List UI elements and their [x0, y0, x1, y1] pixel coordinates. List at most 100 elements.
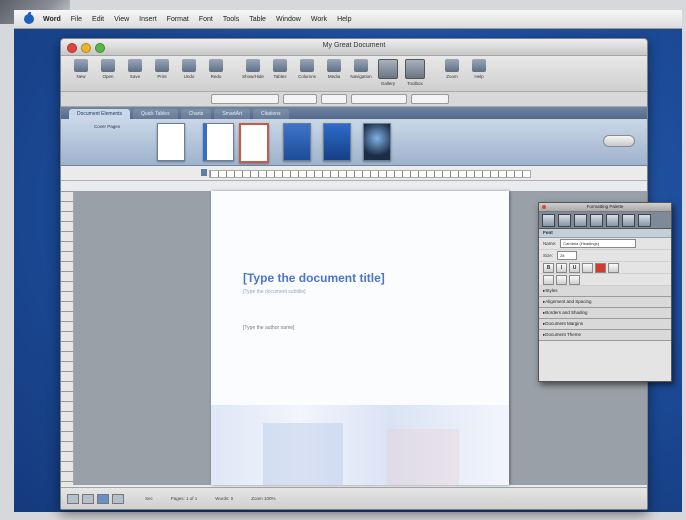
toolbar-toolbox-button[interactable]: Toolbox: [403, 59, 427, 86]
document-subtitle-placeholder[interactable]: [Type the document subtitle]: [243, 289, 306, 295]
citations-icon[interactable]: [638, 213, 651, 227]
list-dropdown[interactable]: [411, 94, 449, 104]
tab-quick-tables[interactable]: Quick Tables: [133, 109, 178, 119]
project-palette-icon[interactable]: [622, 213, 635, 227]
palette-section-borders[interactable]: Borders and Shading: [539, 308, 671, 319]
menu-file[interactable]: File: [71, 16, 82, 23]
menu-font[interactable]: Font: [199, 16, 213, 23]
palette-section-styles[interactable]: Styles: [539, 286, 671, 297]
palette-section-margins[interactable]: Document Margins: [539, 319, 671, 330]
gallery-options-button[interactable]: [603, 135, 635, 147]
formatting-icon[interactable]: [558, 213, 571, 227]
font-size-field[interactable]: 28: [557, 251, 578, 260]
menu-edit[interactable]: Edit: [92, 16, 104, 23]
font-name-label: Name:: [543, 241, 557, 246]
tab-smartart[interactable]: SmartArt: [214, 109, 251, 119]
scrapbook-icon[interactable]: [590, 213, 603, 227]
change-case-button[interactable]: [569, 274, 580, 285]
toolbar-new-button[interactable]: New: [69, 59, 93, 79]
toolbar-tables-button[interactable]: Tables: [268, 59, 292, 79]
screenshot-frame: Word File Edit View Insert Format Font T…: [0, 0, 686, 520]
toolbar-zoom-button[interactable]: Zoom: [440, 59, 464, 79]
notebook-view-button[interactable]: [112, 493, 124, 504]
print-layout-view-button[interactable]: [97, 493, 109, 504]
status-pages: Pages: 1 of 1: [170, 496, 198, 501]
toolbar-showhide-button[interactable]: Show/Hide: [241, 59, 265, 79]
draft-view-button[interactable]: [67, 493, 79, 504]
toolbar-save-button[interactable]: Save: [123, 59, 147, 79]
compatibility-icon[interactable]: [606, 213, 619, 227]
toolbar-redo-button[interactable]: Redo: [204, 59, 228, 79]
document-page[interactable]: [Type the document title] [Type the docu…: [211, 191, 509, 485]
cover-thumb[interactable]: [239, 123, 269, 163]
printer-icon: [155, 59, 169, 72]
toolbar-gallery-button[interactable]: Gallery: [376, 59, 400, 86]
toolbar-columns-button[interactable]: Columns: [295, 59, 319, 79]
horizontal-ruler[interactable]: [61, 166, 647, 181]
ruler-track[interactable]: [209, 170, 531, 178]
toolbar-label: New: [76, 74, 86, 79]
menu-format[interactable]: Format: [167, 16, 189, 23]
menu-insert[interactable]: Insert: [139, 16, 157, 23]
toolbar-open-button[interactable]: Open: [96, 59, 120, 79]
document-author-placeholder[interactable]: [Type the author name]: [243, 325, 294, 331]
cover-art-shape: [263, 423, 343, 485]
cover-thumb[interactable]: [323, 123, 351, 161]
tab-charts[interactable]: Charts: [180, 109, 212, 119]
font-color-button[interactable]: [595, 262, 606, 273]
palette-section-font[interactable]: Font: [539, 229, 671, 238]
palette-section-alignment[interactable]: Alignment and Spacing: [539, 297, 671, 308]
font-dropdown[interactable]: [283, 94, 317, 104]
gallery-label: Cover Pages: [93, 124, 120, 129]
size-dropdown[interactable]: [321, 94, 347, 104]
highlight-button[interactable]: [608, 262, 619, 273]
reference-tools-icon[interactable]: [574, 213, 587, 227]
toolbar-navigation-button[interactable]: Navigation: [349, 59, 373, 79]
toolbar-undo-button[interactable]: Undo: [177, 59, 201, 79]
menu-table[interactable]: Table: [249, 16, 266, 23]
status-words: Words: 0: [215, 496, 234, 501]
toolbar-media-button[interactable]: Media: [322, 59, 346, 79]
bold-button[interactable]: B: [543, 262, 554, 273]
font-size-row: Size: 28: [539, 250, 671, 262]
tab-stop-icon[interactable]: [201, 169, 207, 176]
cover-thumb[interactable]: [157, 123, 185, 161]
palette-section-theme[interactable]: Document Theme: [539, 330, 671, 341]
apple-menu-icon[interactable]: [24, 12, 34, 24]
pilcrow-icon: [246, 59, 260, 72]
italic-button[interactable]: I: [556, 262, 567, 273]
toolbar-help-button[interactable]: Help: [467, 59, 491, 79]
underline-button[interactable]: U: [569, 262, 580, 273]
toolbar-print-button[interactable]: Print: [150, 59, 174, 79]
menu-word[interactable]: Word: [43, 16, 61, 23]
cover-thumb[interactable]: [363, 123, 391, 161]
object-palette-icon[interactable]: [542, 213, 555, 227]
menu-help[interactable]: Help: [337, 16, 351, 23]
redo-icon: [209, 59, 223, 72]
outline-view-button[interactable]: [82, 493, 94, 504]
cover-thumb[interactable]: [283, 123, 311, 161]
toolbox-icon: [405, 59, 425, 79]
menu-window[interactable]: Window: [276, 16, 301, 23]
menu-work[interactable]: Work: [311, 16, 327, 23]
window-titlebar[interactable]: My Great Document: [61, 39, 647, 56]
palette-close-icon[interactable]: [542, 205, 546, 209]
toolbar-label: Help: [474, 74, 484, 79]
gallery-icon: [378, 59, 398, 79]
palette-titlebar[interactable]: Formatting Palette: [539, 203, 671, 212]
strikethrough-button[interactable]: [582, 262, 593, 273]
menu-tools[interactable]: Tools: [223, 16, 239, 23]
document-title-placeholder[interactable]: [Type the document title]: [243, 271, 385, 285]
formatting-palette: Formatting Palette Font Name: Cambria (H…: [538, 202, 672, 382]
font-name-field[interactable]: Cambria (Headings): [560, 239, 637, 248]
vertical-ruler[interactable]: [61, 191, 74, 485]
style-dropdown[interactable]: [211, 94, 279, 104]
paragraph-dropdown[interactable]: [351, 94, 407, 104]
tab-citations[interactable]: Citations: [253, 109, 289, 119]
toolbar-label: Zoom: [446, 74, 458, 79]
cover-thumb[interactable]: [203, 123, 234, 161]
subscript-button[interactable]: [556, 274, 567, 285]
superscript-button[interactable]: [543, 274, 554, 285]
menu-view[interactable]: View: [114, 16, 129, 23]
tab-document-elements[interactable]: Document Elements: [69, 109, 131, 119]
